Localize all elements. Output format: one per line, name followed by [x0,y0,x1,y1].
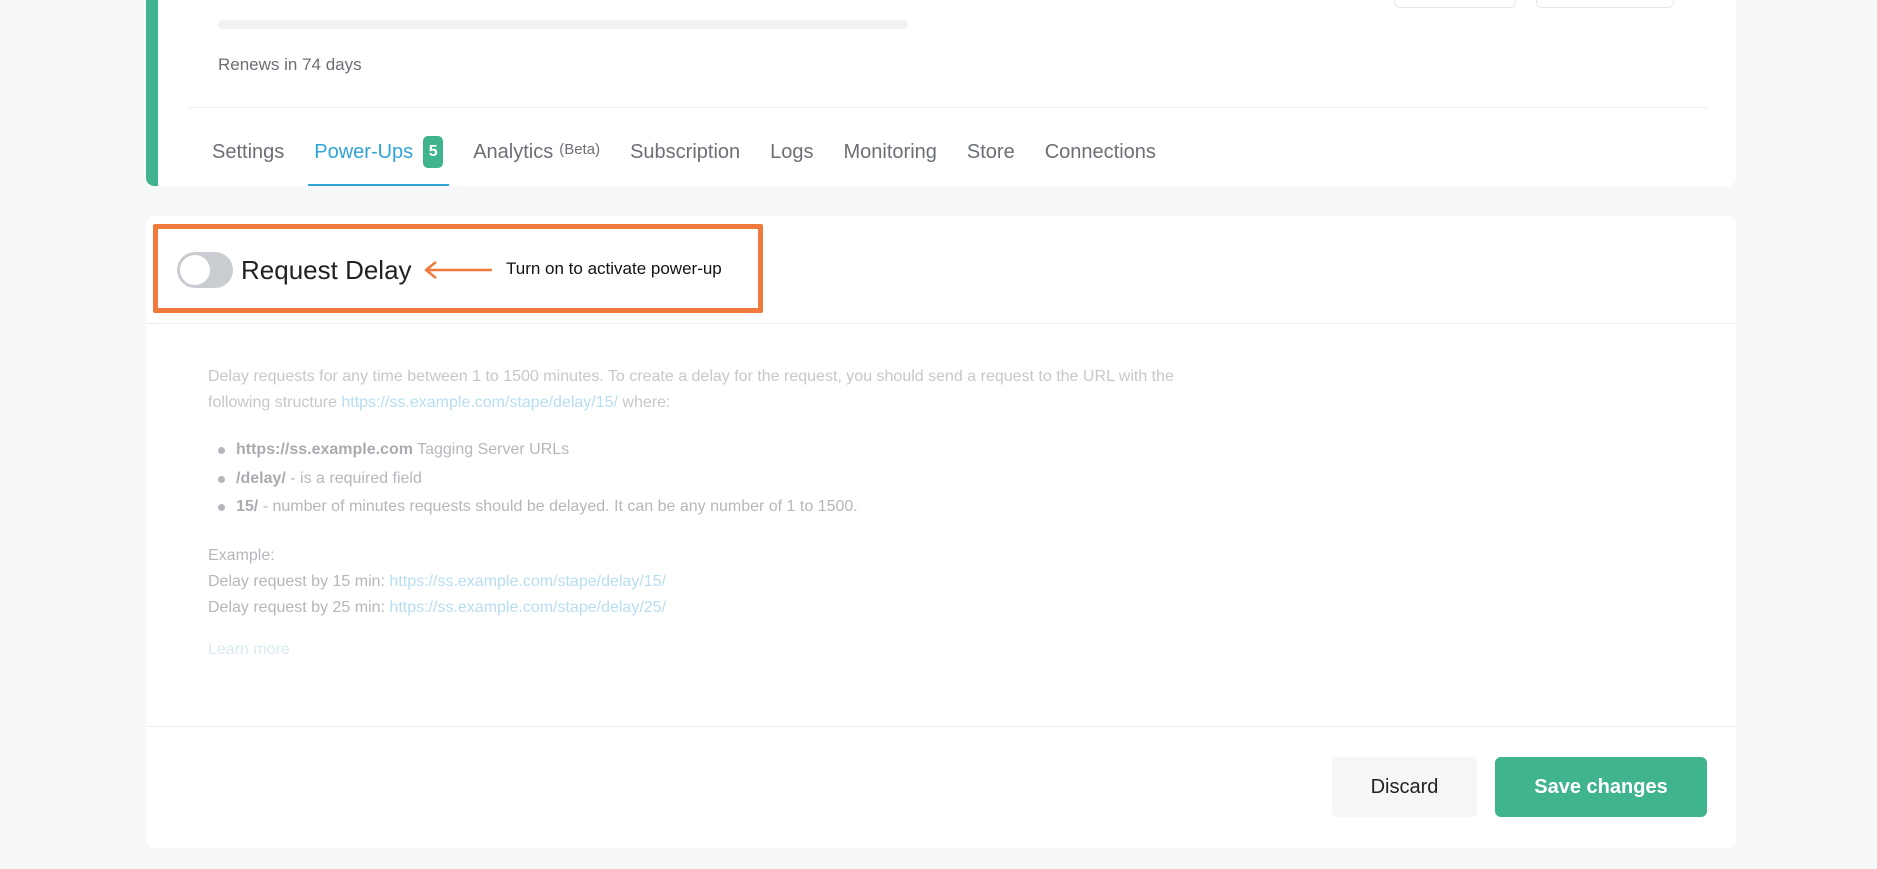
save-changes-button[interactable]: Save changes [1495,757,1707,817]
divider [146,726,1736,727]
toggle-knob [180,255,210,285]
tab-store[interactable]: Store [961,118,1021,186]
example-label: Delay request by 25 min: [208,599,390,616]
request-delay-toggle[interactable] [177,252,233,288]
examples-block: Example: Delay request by 15 min: https:… [208,543,666,621]
count-badge: 5 [423,136,444,168]
list-item-strong: /delay/ [236,469,286,487]
arrow-left-icon [424,261,492,279]
example-heading: Example: [208,547,275,564]
status-accent-bar [146,0,158,186]
divider [188,107,1708,108]
tab-label: Store [966,140,1015,163]
tab-label: Monitoring [843,140,937,163]
list-item-text: - is a required field [285,469,422,487]
tab-logs[interactable]: Logs [764,118,819,186]
tab-power-ups[interactable]: Power-Ups 5 [308,118,450,186]
structure-link[interactable]: https://ss.example.com/stape/delay/15/ [341,394,618,411]
example-link[interactable]: https://ss.example.com/stape/delay/15/ [389,573,666,590]
tab-analytics[interactable]: Analytics (Beta) [467,118,606,186]
annotation-text: Turn on to activate power-up [506,259,722,278]
list-item-text: - number of minutes requests should be d… [258,498,858,515]
structure-list: https://ss.example.com Tagging Server UR… [216,436,858,522]
top-action-button-1[interactable] [1394,0,1516,8]
description-text: where: [617,394,671,411]
tab-settings[interactable]: Settings [206,118,290,186]
tab-monitoring[interactable]: Monitoring [838,118,943,186]
tab-label: Subscription [630,140,741,163]
usage-progress-bar [218,20,908,29]
tab-connections[interactable]: Connections [1039,118,1162,186]
list-item-strong: 15/ [236,498,259,515]
tab-subscription[interactable]: Subscription [624,118,746,186]
tab-label: Analytics [473,140,554,163]
tab-label: Logs [770,140,814,163]
list-item-text: Tagging Server URLs [412,441,570,458]
list-item: https://ss.example.com Tagging Server UR… [216,436,858,465]
beta-tag: (Beta) [559,140,601,158]
container-card: Renews in 74 days Settings Power-Ups 5 A… [146,0,1736,186]
learn-more-link[interactable]: Learn more [208,641,290,659]
example-label: Delay request by 15 min: [208,573,390,590]
description-line: Delay requests for any time between 1 to… [208,368,1174,385]
renews-text: Renews in 74 days [218,55,362,74]
list-item: 15/ - number of minutes requests should … [216,493,858,522]
description-line: following structure https://ss.example.c… [208,390,1248,416]
tab-label: Settings [212,140,285,163]
discard-button[interactable]: Discard [1332,757,1477,817]
example-link[interactable]: https://ss.example.com/stape/delay/25/ [389,599,666,616]
description-text: following structure [208,394,342,411]
tab-label: Connections [1044,140,1156,163]
tab-label: Power-Ups [314,140,414,163]
tab-bar: Settings Power-Ups 5 Analytics (Beta) Su… [206,118,1180,186]
powerup-title: Request Delay [241,255,412,285]
example-line: Delay request by 25 min: https://ss.exam… [208,595,666,621]
powerup-description: Delay requests for any time between 1 to… [208,364,1248,416]
example-line: Delay request by 15 min: https://ss.exam… [208,569,666,595]
list-item: /delay/ - is a required field [216,465,858,494]
powerup-card: Request Delay Turn on to activate power-… [146,216,1736,848]
list-item-strong: https://ss.example.com [236,441,413,458]
top-action-button-2[interactable] [1536,0,1674,8]
divider [146,323,1736,324]
